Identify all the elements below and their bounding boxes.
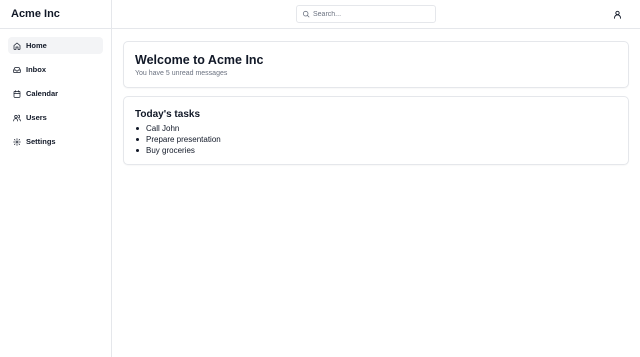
sidebar-item-calendar[interactable]: Calendar bbox=[8, 85, 103, 102]
brand-logo[interactable]: Acme Inc bbox=[0, 0, 111, 29]
task-list: Call John Prepare presentation Buy groce… bbox=[135, 123, 628, 156]
sidebar-item-label: Home bbox=[26, 41, 47, 50]
sidebar-item-users[interactable]: Users bbox=[8, 109, 103, 126]
list-item: Call John bbox=[135, 123, 628, 134]
sidebar-item-settings[interactable]: Settings bbox=[8, 133, 103, 150]
tasks-card: Today's tasks Call John Prepare presenta… bbox=[123, 96, 629, 165]
welcome-card: Welcome to Acme Inc You have 5 unread me… bbox=[123, 41, 629, 88]
users-icon bbox=[13, 114, 21, 122]
unread-messages-text: You have 5 unread messages bbox=[135, 70, 228, 77]
list-item: Prepare presentation bbox=[135, 134, 628, 145]
sidebar-item-label: Inbox bbox=[26, 65, 46, 74]
search-icon bbox=[302, 10, 310, 18]
inbox-icon bbox=[13, 66, 21, 74]
sidebar-item-label: Settings bbox=[26, 137, 56, 146]
sidebar-item-label: Users bbox=[26, 113, 47, 122]
search-input[interactable] bbox=[313, 10, 423, 18]
top-bar bbox=[112, 0, 640, 29]
sidebar-item-inbox[interactable]: Inbox bbox=[8, 61, 103, 78]
sidebar: Acme Inc Home Inbox Calendar Users Setti… bbox=[0, 0, 112, 357]
bullet-icon bbox=[136, 138, 139, 141]
sidebar-item-home[interactable]: Home bbox=[8, 37, 103, 54]
list-item: Buy groceries bbox=[135, 145, 628, 156]
task-label: Buy groceries bbox=[146, 146, 195, 155]
welcome-title: Welcome to Acme Inc bbox=[135, 53, 264, 67]
gear-icon bbox=[13, 137, 21, 146]
search-box[interactable] bbox=[296, 5, 436, 23]
user-menu-button[interactable] bbox=[612, 9, 622, 19]
sidebar-nav: Home Inbox Calendar Users Settings bbox=[0, 29, 111, 150]
tasks-title: Today's tasks bbox=[135, 109, 200, 120]
bullet-icon bbox=[136, 149, 139, 152]
home-icon bbox=[13, 42, 21, 50]
sidebar-item-label: Calendar bbox=[26, 89, 59, 98]
user-icon bbox=[613, 10, 621, 19]
calendar-icon bbox=[13, 89, 21, 98]
task-label: Prepare presentation bbox=[146, 135, 221, 144]
bullet-icon bbox=[136, 127, 139, 130]
task-label: Call John bbox=[146, 124, 180, 133]
